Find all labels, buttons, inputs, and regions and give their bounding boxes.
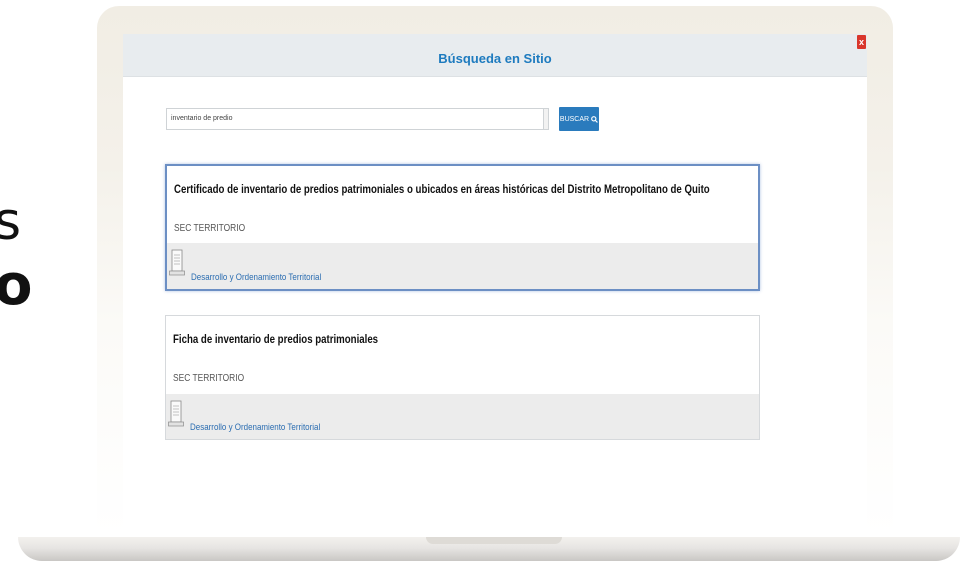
dialog-header: Búsqueda en Sitio (123, 34, 867, 77)
result-subtitle: SEC TERRITORIO (174, 223, 246, 234)
category-link[interactable]: Desarrollo y Ordenamiento Territorial (191, 272, 321, 283)
search-icon (591, 115, 598, 123)
result-item[interactable]: Ficha de inventario de predios patrimoni… (165, 315, 760, 440)
result-title[interactable]: Certificado de inventario de predios pat… (174, 184, 710, 196)
result-item[interactable]: Certificado de inventario de predios pat… (165, 164, 760, 291)
background-text-fragment: o (0, 253, 33, 318)
background-text-fragment: s (0, 192, 22, 252)
close-button[interactable]: x (857, 35, 866, 49)
close-icon: x (858, 37, 864, 47)
search-button[interactable]: BUSCAR (559, 107, 599, 131)
result-title[interactable]: Ficha de inventario de predios patrimoni… (173, 334, 378, 346)
search-button-label: BUSCAR (559, 115, 590, 123)
laptop-notch (426, 537, 562, 544)
result-subtitle: SEC TERRITORIO (173, 373, 245, 384)
search-input[interactable] (166, 108, 546, 130)
document-icon (169, 249, 185, 276)
dialog-title: Búsqueda en Sitio (438, 51, 552, 66)
document-icon (168, 400, 184, 427)
laptop-base (18, 537, 960, 561)
category-link[interactable]: Desarrollo y Ordenamiento Territorial (190, 422, 320, 433)
result-footer: Desarrollo y Ordenamiento Territorial (166, 394, 759, 439)
result-footer: Desarrollo y Ordenamiento Territorial (167, 243, 758, 289)
search-input-edge (543, 108, 549, 130)
